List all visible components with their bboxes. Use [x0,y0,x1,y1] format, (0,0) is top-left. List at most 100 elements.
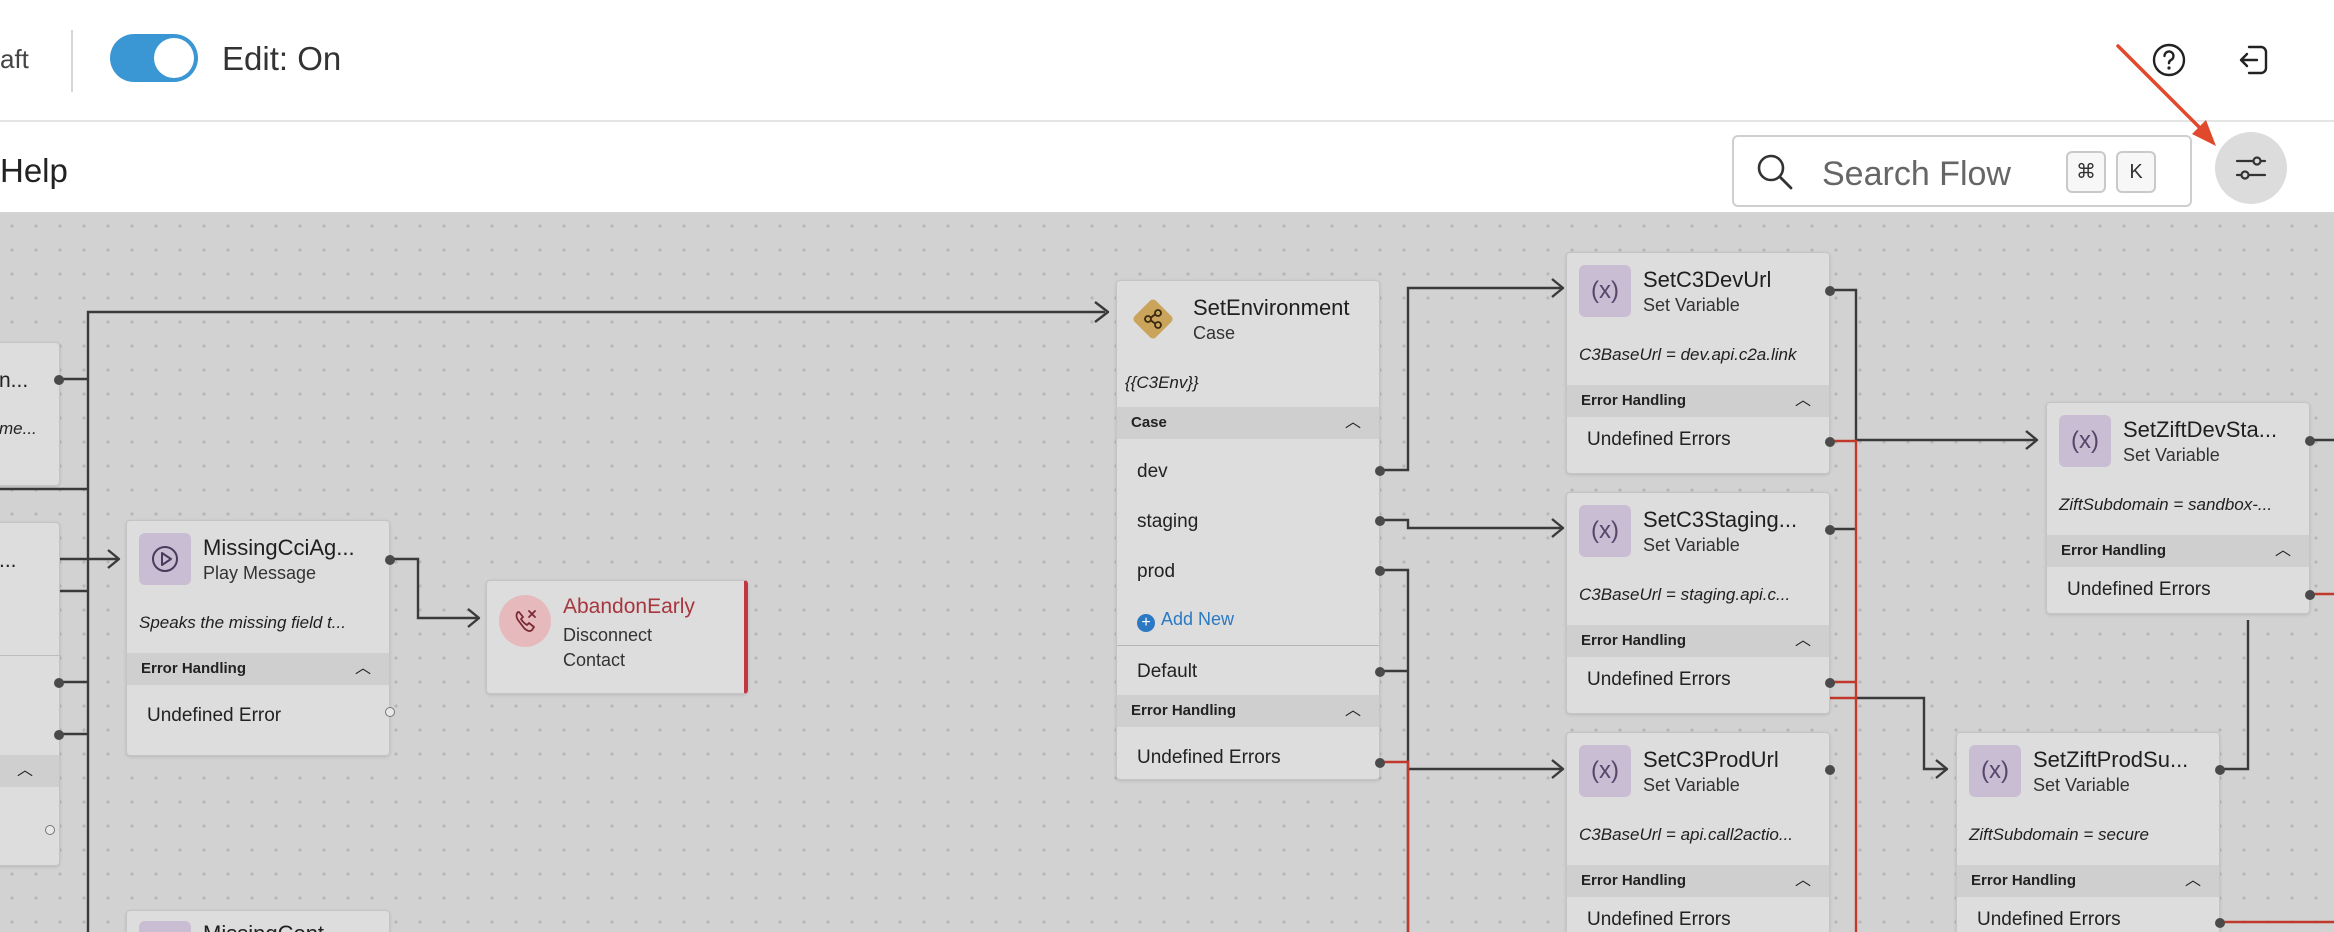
error-handling-header[interactable]: Error Handling ︿ [127,653,389,685]
output-port[interactable] [385,555,395,565]
flow-canvas[interactable]: n... me... ... ︿ MissingCciAg... Play Me… [0,214,2334,932]
section-label: Error Handling [1581,632,1687,649]
variable-icon: (x) [1579,505,1631,557]
variable-icon: (x) [1579,745,1631,797]
collapse-chevron-icon[interactable]: ︿ [2275,535,2291,567]
error-row-label: Undefined Errors [1587,909,1731,930]
error-row-label: Undefined Errors [1977,909,2121,930]
node-title: AbandonEarly [563,595,695,618]
error-port[interactable] [1375,758,1385,768]
error-port[interactable] [2305,590,2315,600]
node-type: Set Variable [1643,535,1740,555]
partial-node-title: n... [0,369,29,392]
search-flow-input[interactable]: Search Flow ⌘ K [1732,135,2192,207]
play-message-icon [139,533,191,585]
section-label: Error Handling [1581,872,1687,889]
node-title: SetC3Staging... [1643,507,1798,532]
divider [1117,645,1379,646]
error-port[interactable] [385,707,395,717]
collapse-chevron-icon[interactable]: ︿ [1795,865,1811,897]
disconnect-phone-icon [499,595,551,647]
add-new-label: Add New [1161,609,1235,629]
node-set-c3-dev-url[interactable]: (x) SetC3DevUrl Set Variable C3BaseUrl =… [1566,252,1835,474]
default-port[interactable] [1375,667,1385,677]
node-set-c3-prod-url[interactable]: (x) SetC3ProdUrl Set Variable C3BaseUrl … [1566,732,1835,932]
node-type: Case [1193,323,1236,343]
error-row-label: Undefined Errors [1587,429,1731,450]
error-handling-header[interactable]: Error Handling ︿ [1567,385,1829,417]
error-port[interactable] [2215,918,2225,928]
error-handling-header[interactable]: ︿ [0,755,59,787]
error-handling-header[interactable]: Error Handling ︿ [1567,625,1829,657]
section-label: Error Handling [1131,702,1237,719]
case-section-header[interactable]: Case ︿ [1117,407,1379,439]
node-type: Set Variable [1643,295,1740,315]
node-expression: C3BaseUrl = api.call2actio... [1579,825,1794,844]
shortcut-cmd-key: ⌘ [2066,151,2106,193]
node-title: SetEnvironment [1193,295,1350,320]
node-missing-cont-partial[interactable]: MissingCont... [126,910,390,932]
variable-icon: (x) [1579,265,1631,317]
section-label: Error Handling [1581,392,1687,409]
collapse-chevron-icon[interactable]: ︿ [1345,407,1361,439]
node-expression: ZiftSubdomain = secure [1969,825,2150,844]
help-link[interactable]: Help [0,152,68,190]
node-set-zift-dev-sandbox[interactable]: (x) SetZiftDevSta... Set Variable ZiftSu… [2046,402,2315,614]
error-handling-header[interactable]: Error Handling ︿ [1567,865,1829,897]
output-port[interactable] [54,678,64,688]
partial-node-top-left[interactable]: n... me... [0,342,64,486]
divider [0,655,61,656]
collapse-chevron-icon[interactable]: ︿ [1795,385,1811,417]
node-title: SetZiftDevSta... [2123,417,2278,442]
node-title: SetC3DevUrl [1643,267,1772,292]
section-label: Error Handling [141,660,247,677]
output-port[interactable] [54,375,64,385]
node-set-environment[interactable]: SetEnvironment Case {{C3Env}} Case ︿ dev … [1116,280,1385,780]
error-port[interactable] [1825,437,1835,447]
case-prod-port[interactable] [1375,566,1385,576]
edit-toggle[interactable] [110,34,198,82]
error-handling-header[interactable]: Error Handling ︿ [1117,695,1379,727]
error-port[interactable] [45,825,55,835]
output-port[interactable] [1825,765,1835,775]
output-port[interactable] [2215,765,2225,775]
case-dev-port[interactable] [1375,466,1385,476]
error-handling-header[interactable]: Error Handling ︿ [2047,535,2309,567]
node-set-c3-staging-url[interactable]: (x) SetC3Staging... Set Variable C3BaseU… [1566,492,1835,714]
flow-settings-button[interactable] [2215,132,2287,204]
node-set-zift-prod-secure[interactable]: (x) SetZiftProdSu... Set Variable ZiftSu… [1956,732,2225,932]
collapse-chevron-icon[interactable]: ︿ [1345,695,1361,727]
exit-icon[interactable] [2233,40,2273,80]
node-description: Speaks the missing field t... [139,613,346,632]
node-type: Play Message [203,563,317,583]
error-row-label: Undefined Errors [1587,669,1731,690]
node-missing-cci[interactable]: MissingCciAg... Play Message Speaks the … [126,520,395,756]
error-row-label: Undefined Error [147,705,282,726]
node-title: MissingCont... [203,921,342,932]
collapse-chevron-icon[interactable]: ︿ [355,653,371,685]
node-abandon-early[interactable]: AbandonEarly Disconnect Contact [486,580,748,694]
collapse-chevron-icon[interactable]: ︿ [2185,865,2201,897]
collapse-chevron-icon[interactable]: ︿ [1795,625,1811,657]
case-staging-port[interactable] [1375,516,1385,526]
add-new-case-button[interactable]: + Add New [1137,609,1234,632]
search-icon [1757,154,1793,190]
error-port[interactable] [1825,678,1835,688]
sliders-icon [2235,156,2267,180]
output-port[interactable] [54,730,64,740]
partial-node-desc: me... [0,419,37,438]
output-port[interactable] [2305,436,2315,446]
shortcut-k-key: K [2116,151,2156,193]
section-label: Error Handling [1971,872,2077,889]
toolbar: Help Search Flow ⌘ K [0,122,2334,214]
default-case: Default [1137,661,1198,682]
draft-status-text: aft [0,44,29,74]
error-handling-header[interactable]: Error Handling ︿ [1957,865,2219,897]
output-port[interactable] [1825,286,1835,296]
error-row-label: Undefined Errors [1137,747,1281,768]
partial-node-mid-left[interactable]: ... ︿ [0,522,64,866]
plus-icon: + [1137,614,1155,632]
help-icon[interactable] [2149,40,2189,80]
variable-icon: (x) [1969,745,2021,797]
output-port[interactable] [1825,525,1835,535]
